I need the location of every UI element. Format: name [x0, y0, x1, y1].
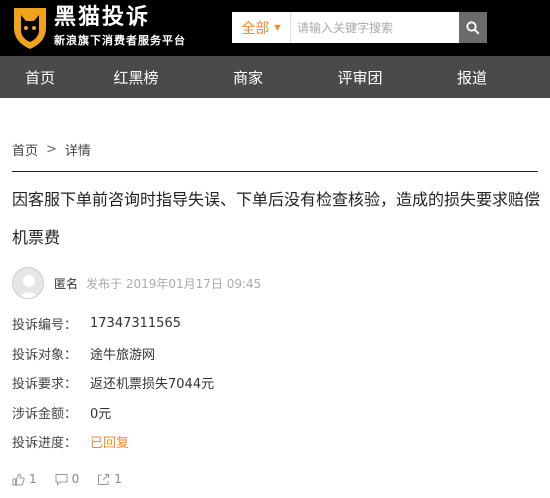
action-bar: 1 0 1	[12, 472, 140, 486]
nav-item-merchants[interactable]: 商家	[192, 56, 304, 98]
comment-count: 0	[71, 472, 80, 486]
detail-key: 投诉编号：	[12, 318, 78, 334]
detail-value: 17347311565	[90, 316, 181, 332]
avatar	[12, 267, 44, 299]
detail-key: 投诉对象：	[12, 347, 78, 363]
search-icon	[466, 20, 480, 35]
search-category-select[interactable]: 全部 ▼	[232, 12, 291, 43]
breadcrumb-separator: >	[46, 141, 57, 157]
detail-row-demand: 投诉要求： 返还机票损失7044元	[12, 368, 538, 398]
search-bar: 全部 ▼	[232, 12, 487, 43]
author-meta: 匿名 发布于 2019年01月17日 09:45	[12, 267, 538, 299]
black-cat-logo-icon[interactable]	[10, 6, 50, 50]
detail-row-target: 投诉对象： 途牛旅游网	[12, 339, 538, 369]
breadcrumb-home-link[interactable]: 首页	[12, 140, 38, 159]
caret-down-icon: ▼	[274, 23, 281, 32]
comment-icon	[55, 473, 68, 486]
nav-item-review-panel[interactable]: 评审团	[304, 56, 416, 98]
like-count: 1	[29, 472, 37, 486]
top-header: 黑猫投诉 新浪旗下消费者服务平台 全部 ▼	[0, 0, 550, 56]
breadcrumb: 首页 > 详情	[12, 140, 538, 159]
detail-value: 返还机票损失7044元	[90, 377, 215, 393]
divider	[12, 171, 538, 172]
share-count: 1	[114, 472, 122, 486]
detail-key: 涉诉金额：	[12, 406, 78, 422]
main-nav: 首页 红黑榜 商家 评审团 报道	[0, 56, 550, 98]
brand-subtitle: 新浪旗下消费者服务平台	[54, 34, 186, 47]
default-avatar-icon	[18, 275, 40, 298]
nav-item-ranking[interactable]: 红黑榜	[80, 56, 192, 98]
nav-item-home[interactable]: 首页	[0, 56, 80, 98]
detail-key: 投诉进度：	[12, 436, 78, 452]
status-badge: 已回复	[90, 436, 130, 452]
share-button[interactable]: 1	[97, 472, 122, 486]
detail-key: 投诉要求：	[12, 377, 78, 393]
author-name: 匿名	[54, 276, 79, 291]
search-category-label: 全部	[241, 20, 270, 37]
nav-item-reports[interactable]: 报道	[416, 56, 528, 98]
detail-row-progress: 投诉进度： 已回复	[12, 427, 538, 457]
detail-value: 途牛旅游网	[90, 347, 156, 363]
search-button[interactable]	[459, 12, 487, 43]
share-icon	[98, 473, 110, 485]
like-button[interactable]: 1	[12, 472, 37, 486]
main-content: 首页 > 详情 因客服下单前咨询时指导失误、下单后没有检查核验，造成的损失要求赔…	[0, 140, 550, 457]
publish-date: 发布于 2019年01月17日 09:45	[86, 276, 262, 291]
search-input[interactable]	[291, 12, 459, 43]
detail-row-id: 投诉编号： 17347311565	[12, 309, 538, 339]
detail-value: 0元	[90, 406, 112, 422]
complaint-title: 因客服下单前咨询时指导失误、下单后没有检查核验，造成的损失要求赔偿机票费	[12, 190, 541, 247]
breadcrumb-current: 详情	[64, 143, 91, 159]
brand[interactable]: 黑猫投诉 新浪旗下消费者服务平台	[54, 4, 186, 48]
brand-title: 黑猫投诉	[54, 5, 151, 30]
comment-button[interactable]: 0	[55, 472, 80, 486]
thumbs-up-icon	[12, 472, 25, 485]
detail-row-amount: 涉诉金额： 0元	[12, 398, 538, 428]
complaint-details: 投诉编号： 17347311565 投诉对象： 途牛旅游网 投诉要求： 返还机票…	[12, 309, 538, 457]
